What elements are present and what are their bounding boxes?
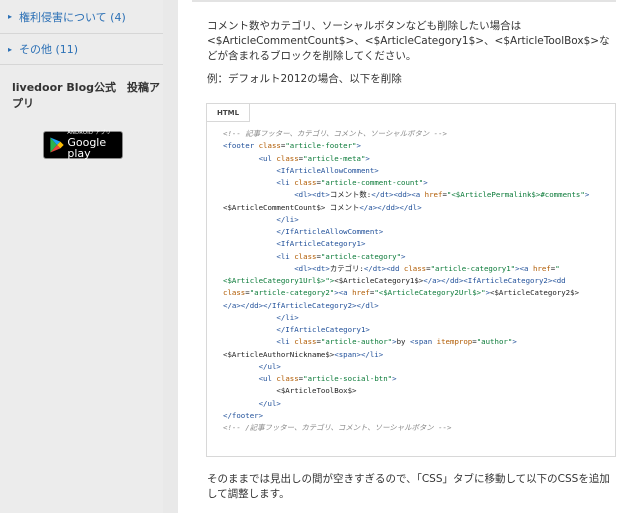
code-token: href — [425, 190, 443, 199]
app-section-title: livedoor Blog公式 投稿アプリ — [12, 79, 163, 111]
code-token: class — [223, 288, 245, 297]
code-text: <!-- 記事フッター、カテゴリ、コメント、ソーシャルボタン --> <foot… — [223, 128, 589, 434]
code-token: <ul — [259, 154, 277, 163]
code-token: class — [276, 154, 298, 163]
code-token: <span — [410, 337, 437, 346]
code-token: </dt><dd><a — [371, 190, 424, 199]
code-token: ><a — [334, 288, 352, 297]
code-token: class — [294, 178, 316, 187]
code-token: </a></dd><IfArticleCategory2><dd — [423, 276, 565, 285]
code-token: class — [276, 374, 298, 383]
code-token: class — [404, 264, 426, 273]
sidebar: ▸ 権利侵害について (4) ▸ その他 (11) livedoor Blog公… — [0, 0, 163, 513]
after-paragraph: そのままでは見出しの間が空きすぎるので、「CSS」タブに移動して以下のCSSを追… — [207, 472, 617, 502]
category-item-other[interactable]: ▸ その他 (11) — [0, 34, 163, 65]
code-token: <$ArticleToolBox$> — [276, 386, 356, 395]
code-token: <li — [276, 337, 294, 346]
code-token: > — [423, 178, 427, 187]
code-token: <IfArticleCategory1> — [276, 239, 365, 248]
code-token: <footer — [223, 141, 259, 150]
code-token: "article-footer" — [285, 141, 356, 150]
code-token: "author" — [477, 337, 513, 346]
badge-store-name: Google play — [67, 137, 122, 159]
code-token: </a></dd></IfArticleCategory2></dl> — [223, 301, 379, 310]
code-token: <$ArticleCategory2$> — [490, 288, 579, 297]
google-play-badge[interactable]: ANDROID アプリ Google play — [43, 131, 123, 159]
code-token: </a></dd></dl> — [359, 203, 421, 212]
divider — [192, 0, 616, 2]
code-token: itemprop — [437, 337, 473, 346]
google-play-icon — [47, 134, 65, 156]
category-label[interactable]: 権利侵害について (4) — [19, 9, 126, 25]
code-token: </ul> — [259, 399, 281, 408]
code-token: " — [555, 264, 559, 273]
code-token: > — [401, 252, 405, 261]
code-token: "article-category2" — [250, 288, 335, 297]
code-token: <ul — [259, 374, 277, 383]
code-token: <span></li> — [334, 350, 383, 359]
code-comment: <!-- /記事フッター、カテゴリ、コメント、ソーシャルボタン --> — [223, 423, 451, 432]
code-token: "> — [325, 276, 334, 285]
code-token: </ul> — [259, 362, 281, 371]
code-token: </footer> — [223, 411, 263, 420]
code-token: "article-meta" — [303, 154, 365, 163]
code-tab-html[interactable]: HTML — [207, 104, 250, 122]
code-token: <IfArticleAllowComment> — [276, 166, 378, 175]
code-token: </IfArticleAllowComment> — [276, 227, 383, 236]
code-token: <li — [276, 252, 294, 261]
code-token: ><a — [515, 264, 533, 273]
code-token: > — [392, 374, 396, 383]
code-token: > — [357, 141, 361, 150]
category-label[interactable]: その他 (11) — [19, 41, 78, 57]
bullet-icon: ▸ — [8, 12, 12, 21]
code-token: コメント数: — [330, 190, 371, 199]
code-token: class — [294, 252, 316, 261]
code-token: <dl><dt> — [294, 264, 330, 273]
code-block: HTML <!-- 記事フッター、カテゴリ、コメント、ソーシャルボタン --> … — [206, 103, 616, 457]
code-token: </li> — [276, 215, 298, 224]
code-token: "article-comment-count" — [321, 178, 423, 187]
code-token: "article-author" — [321, 337, 392, 346]
code-token: class — [294, 337, 316, 346]
code-token: <$ArticleCategory1$> — [334, 276, 423, 285]
bullet-icon: ▸ — [8, 45, 12, 54]
code-token: > — [365, 154, 369, 163]
code-token: <$ArticleAuthorNickname$> — [223, 350, 334, 359]
code-token: <$ArticleCategory1Url$> — [223, 276, 325, 285]
code-token: "article-category" — [321, 252, 401, 261]
code-token: <li — [276, 178, 294, 187]
code-token: "<$ArticlePermalink$>#comments" — [447, 190, 585, 199]
code-token: </dt><dd — [364, 264, 404, 273]
code-token: "article-category1" — [431, 264, 516, 273]
code-token: > — [512, 337, 516, 346]
code-token: "article-social-btn" — [303, 374, 392, 383]
code-token: class — [259, 141, 281, 150]
code-token: href — [352, 288, 370, 297]
article-content: コメント数やカテゴリ、ソーシャルボタンなども削除したい場合は<$ArticleC… — [178, 0, 640, 513]
code-comment: <!-- 記事フッター、カテゴリ、コメント、ソーシャルボタン --> — [223, 129, 447, 138]
code-token: by — [397, 337, 410, 346]
code-token: </IfArticleCategory1> — [276, 325, 369, 334]
example-paragraph: 例：デフォルト2012の場合、以下を削除 — [207, 71, 402, 86]
code-token: </li> — [276, 313, 298, 322]
code-token: > — [585, 190, 589, 199]
code-token: "<$ArticleCategory2Url$>" — [374, 288, 485, 297]
code-token: <$ArticleCommentCount$> コメント — [223, 203, 359, 212]
code-token: href — [533, 264, 551, 273]
code-token: カテゴリ: — [330, 264, 364, 273]
intro-paragraph: コメント数やカテゴリ、ソーシャルボタンなども削除したい場合は<$ArticleC… — [207, 19, 617, 64]
category-list: ▸ 権利侵害について (4) ▸ その他 (11) — [0, 0, 163, 65]
code-token: <dl><dt> — [294, 190, 330, 199]
category-item-rights[interactable]: ▸ 権利侵害について (4) — [0, 0, 163, 34]
